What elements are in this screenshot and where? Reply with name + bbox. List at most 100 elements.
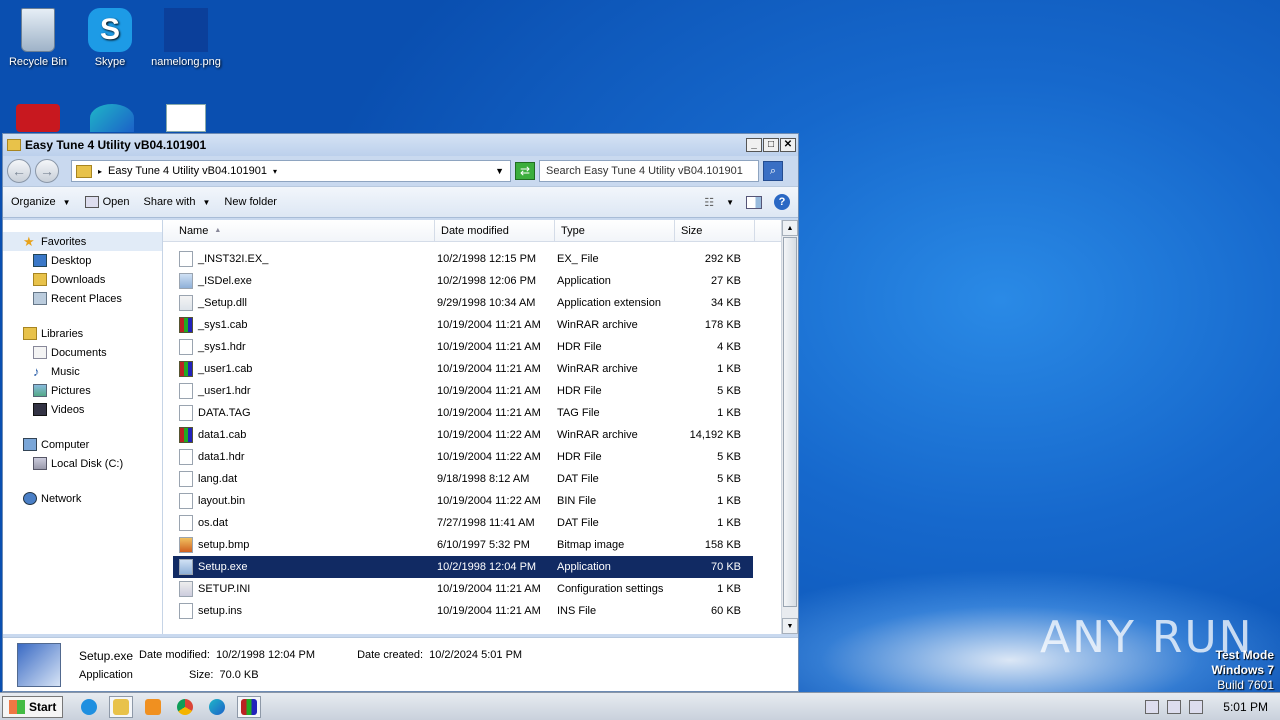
file-row[interactable]: setup.ins 10/19/2004 11:21 AM INS File 60 K…: [173, 600, 753, 622]
file-date: 10/19/2004 11:21 AM: [437, 319, 541, 331]
open-label: Open: [102, 196, 130, 208]
desktop-icon-acrobat[interactable]: [0, 104, 76, 136]
back-button[interactable]: ←: [7, 159, 31, 183]
file-type: HDR File: [557, 385, 602, 397]
file-row[interactable]: setup.bmp 6/10/1997 5:32 PM Bitmap image 15…: [173, 534, 753, 556]
nav-recent-places[interactable]: Recent Places: [3, 289, 162, 308]
file-row[interactable]: data1.hdr 10/19/2004 11:22 AM HDR File 5 KB: [173, 446, 753, 468]
file-name: _sys1.hdr: [198, 341, 246, 353]
file-size: 178 KB: [704, 319, 741, 331]
start-button[interactable]: Start: [2, 695, 64, 718]
volume-icon[interactable]: [1145, 699, 1160, 714]
breadcrumb[interactable]: Easy Tune 4 Utility vB04.101901: [108, 165, 267, 177]
nav-computer[interactable]: Computer: [3, 435, 162, 454]
breadcrumb-dropdown-icon[interactable]: ▾: [273, 167, 277, 176]
file-row[interactable]: _ISDel.exe 10/2/1998 12:06 PM Application 2…: [173, 270, 753, 292]
explorer-taskbar-icon[interactable]: [109, 695, 134, 718]
details-type: Application: [79, 668, 133, 681]
scroll-thumb[interactable]: [783, 237, 797, 607]
file-date: 10/19/2004 11:21 AM: [437, 363, 541, 375]
nav-music[interactable]: ♪ Music: [3, 362, 162, 381]
file-row[interactable]: _INST32I.EX_ 10/2/1998 12:15 PM EX_ File 29…: [173, 248, 753, 270]
desktop-icon-word[interactable]: [148, 104, 224, 136]
column-header-name[interactable]: Name ▲: [173, 219, 435, 242]
forward-button[interactable]: →: [35, 159, 59, 183]
file-date: 10/19/2004 11:22 AM: [437, 451, 541, 463]
nav-downloads[interactable]: Downloads: [3, 270, 162, 289]
file-row[interactable]: SETUP.INI 10/19/2004 11:21 AM Configuratio…: [173, 578, 753, 600]
file-row[interactable]: _user1.hdr 10/19/2004 11:21 AM HDR File 5 K…: [173, 380, 753, 402]
clock[interactable]: 5:01 PM: [1223, 700, 1268, 714]
network-tray-icon[interactable]: [1167, 699, 1182, 714]
vertical-scrollbar[interactable]: ▲ ▼: [781, 220, 798, 634]
file-type: Bitmap image: [557, 539, 625, 551]
edge-taskbar-icon[interactable]: [205, 696, 229, 718]
file-row[interactable]: lang.dat 9/18/1998 8:12 AM DAT File 5 KB: [173, 468, 753, 490]
file-row[interactable]: _sys1.hdr 10/19/2004 11:21 AM HDR File 4 KB: [173, 336, 753, 358]
file-size: 1 KB: [717, 517, 741, 529]
nav-desktop[interactable]: Desktop: [3, 251, 162, 270]
column-header-type[interactable]: Type: [555, 219, 675, 242]
ini-file-icon: [179, 581, 193, 597]
minimize-button[interactable]: _: [746, 138, 762, 152]
file-row[interactable]: _user1.cab 10/19/2004 11:21 AM WinRAR arch…: [173, 358, 753, 380]
exe-file-icon: [179, 273, 193, 289]
nav-libraries[interactable]: Libraries: [3, 324, 162, 343]
address-bar[interactable]: ▸ Easy Tune 4 Utility vB04.101901 ▾ ▼: [71, 160, 511, 182]
nav-label: Videos: [51, 403, 85, 416]
file-type: WinRAR archive: [557, 319, 638, 331]
nav-pictures[interactable]: Pictures: [3, 381, 162, 400]
title-bar[interactable]: Easy Tune 4 Utility vB04.101901 _ □ ✕: [3, 134, 798, 156]
documents-icon: [33, 346, 47, 359]
share-with-button[interactable]: Share with ▼: [143, 196, 210, 208]
file-file-icon: [179, 383, 193, 399]
internet-explorer-taskbar-icon[interactable]: [77, 696, 101, 718]
file-name-cell: _user1.hdr: [173, 383, 431, 399]
column-header-size[interactable]: Size: [675, 219, 755, 242]
file-name-cell: _ISDel.exe: [173, 273, 431, 289]
file-date: 9/29/1998 10:34 AM: [437, 297, 536, 309]
new-folder-button[interactable]: New folder: [224, 196, 277, 208]
scroll-up-button[interactable]: ▲: [782, 220, 798, 236]
address-dropdown-icon[interactable]: ▼: [495, 166, 504, 176]
file-row[interactable]: os.dat 7/27/1998 11:41 AM DAT File 1 KB: [173, 512, 753, 534]
winrar-taskbar-icon[interactable]: [237, 695, 262, 718]
nav-videos[interactable]: Videos: [3, 400, 162, 419]
nav-network[interactable]: Network: [3, 489, 162, 508]
file-name: Setup.exe: [198, 561, 248, 573]
column-header-date[interactable]: Date modified: [435, 219, 555, 242]
file-row[interactable]: DATA.TAG 10/19/2004 11:21 AM TAG File 1 KB: [173, 402, 753, 424]
file-size: 60 KB: [711, 605, 741, 617]
maximize-button[interactable]: □: [763, 138, 779, 152]
chrome-taskbar-icon[interactable]: [173, 696, 197, 718]
refresh-button[interactable]: ⇄: [515, 162, 535, 180]
close-button[interactable]: ✕: [780, 138, 796, 152]
search-input[interactable]: Search Easy Tune 4 Utility vB04.101901: [539, 160, 759, 182]
desktop-icon-skype[interactable]: S Skype: [72, 8, 148, 68]
action-center-flag-icon[interactable]: [1189, 699, 1204, 714]
file-type: DAT File: [557, 473, 599, 485]
file-row[interactable]: _sys1.cab 10/19/2004 11:21 AM WinRAR archi…: [173, 314, 753, 336]
file-row[interactable]: _Setup.dll 9/29/1998 10:34 AM Application …: [173, 292, 753, 314]
nav-documents[interactable]: Documents: [3, 343, 162, 362]
file-size: 1 KB: [717, 583, 741, 595]
organize-button[interactable]: Organize ▼: [11, 196, 71, 208]
file-row[interactable]: layout.bin 10/19/2004 11:22 AM BIN File 1 K…: [173, 490, 753, 512]
view-options-icon[interactable]: ☷: [704, 196, 714, 209]
file-type: WinRAR archive: [557, 429, 638, 441]
file-row[interactable]: Setup.exe 10/2/1998 12:04 PM Application 70…: [173, 556, 753, 578]
open-button[interactable]: Open: [84, 196, 130, 208]
scroll-down-button[interactable]: ▼: [782, 618, 798, 634]
nav-favorites[interactable]: ★ Favorites: [3, 232, 162, 251]
desktop-icon-recycle-bin[interactable]: Recycle Bin: [0, 8, 76, 68]
search-icon[interactable]: ⌕: [763, 161, 783, 181]
preview-pane-icon[interactable]: [746, 195, 762, 209]
desktop-icon-namelong[interactable]: namelong.png: [148, 8, 224, 68]
file-row[interactable]: data1.cab 10/19/2004 11:22 AM WinRAR archi…: [173, 424, 753, 446]
help-icon[interactable]: ?: [774, 194, 790, 210]
file-list: Name ▲ Date modified Type Size _INST32I.…: [163, 219, 798, 634]
desktop-icon-edge[interactable]: [74, 104, 150, 136]
chevron-down-icon[interactable]: ▼: [726, 198, 734, 207]
nav-local-disk[interactable]: Local Disk (C:): [3, 454, 162, 473]
media-player-taskbar-icon[interactable]: [141, 696, 165, 718]
